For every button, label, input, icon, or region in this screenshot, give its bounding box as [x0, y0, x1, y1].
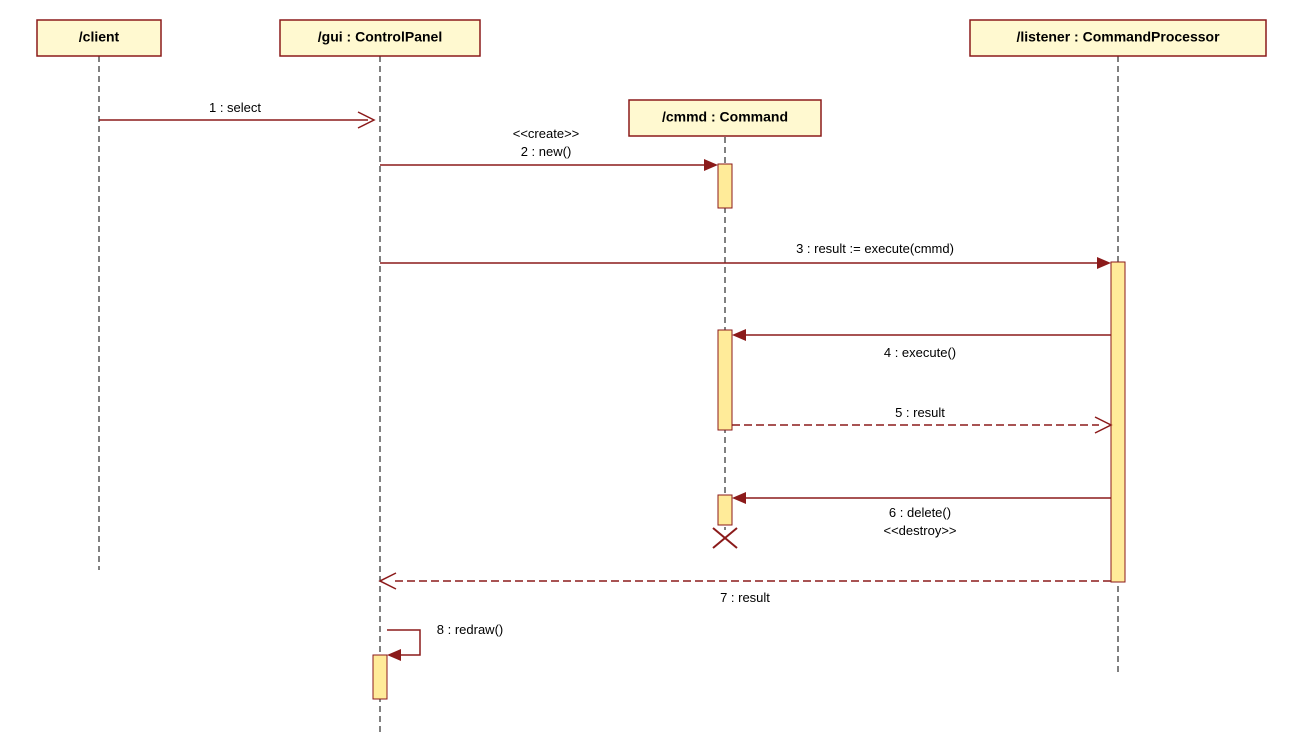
message-5-text: 5 : result [895, 405, 945, 420]
activation-gui [373, 655, 387, 699]
message-8-text: 8 : redraw() [437, 622, 503, 637]
message-3-arrow [1097, 257, 1111, 269]
participant-client-label: /client [79, 29, 120, 45]
activation-listener [1111, 262, 1125, 582]
participant-gui-label: /gui : ControlPanel [318, 29, 442, 45]
message-8-line [387, 630, 420, 655]
participant-cmmd-label: /cmmd : Command [662, 109, 788, 125]
message-1-text: 1 : select [209, 100, 261, 115]
sequence-diagram: /client /gui : ControlPanel /cmmd : Comm… [0, 0, 1293, 749]
activation-cmmd-3 [718, 495, 732, 525]
message-4-text: 4 : execute() [884, 345, 956, 360]
activation-cmmd-1 [718, 164, 732, 208]
message-6-arrow [732, 492, 746, 504]
message-8-arrow [387, 649, 401, 661]
message-7-arrow [380, 573, 396, 589]
message-7-text: 7 : result [720, 590, 770, 605]
message-2-text: 2 : new() [521, 144, 572, 159]
message-6-stereo: <<destroy>> [884, 523, 957, 538]
participant-listener-label: /listener : CommandProcessor [1016, 29, 1220, 45]
activation-cmmd-2 [718, 330, 732, 430]
message-6-text: 6 : delete() [889, 505, 951, 520]
message-2-arrow [704, 159, 718, 171]
message-4-arrow [732, 329, 746, 341]
message-3-text: 3 : result := execute(cmmd) [796, 241, 954, 256]
message-2-stereo: <<create>> [513, 126, 580, 141]
